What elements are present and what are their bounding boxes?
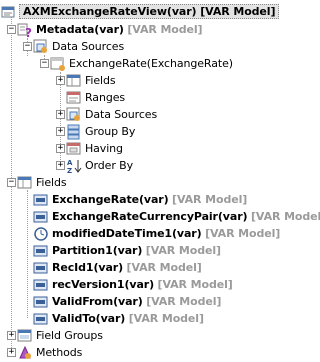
svg-text:?: ? (25, 26, 32, 38)
field-model: [VAR Model] (250, 210, 320, 223)
expand-toggle[interactable]: + (7, 348, 16, 357)
ds-child-label: Having (85, 142, 123, 155)
date-field-icon (33, 311, 49, 327)
field-groups-label: Field Groups (36, 329, 103, 342)
ds-child-label: Order By (85, 159, 134, 172)
field-model: [VAR Model] (126, 261, 202, 274)
tree-root[interactable]: AXMExchangeRateView(var) [VAR Model] (0, 3, 280, 20)
expand-toggle[interactable]: + (56, 110, 65, 119)
tree-item-fields[interactable]: Fields (17, 174, 67, 191)
string-field-icon (33, 209, 49, 225)
root-model: [VAR Model] (200, 5, 276, 18)
field-name: ValidFrom(var) (52, 295, 143, 308)
svg-text:Z: Z (67, 167, 72, 174)
ds-child-label: Ranges (85, 91, 125, 104)
tree-item-field[interactable]: ExchangeRateCurrencyPair(var) [VAR Model… (33, 208, 320, 225)
data-source-icon (50, 56, 66, 72)
tree-item-ranges[interactable]: Ranges (66, 89, 125, 106)
field-model: [VAR Model] (172, 193, 248, 206)
methods-icon (17, 345, 33, 361)
data-sources-icon (33, 39, 49, 55)
tree-item-field[interactable]: ValidTo(var) [VAR Model] (33, 310, 204, 327)
tree-item-field[interactable]: Partition1(var) [VAR Model] (33, 242, 221, 259)
field-name: Partition1(var) (52, 244, 143, 257)
expand-toggle[interactable]: + (56, 127, 65, 136)
group-by-icon (66, 124, 82, 140)
view-icon (0, 4, 16, 20)
field-model: [VAR Model] (157, 278, 233, 291)
ds-child-label: Data Sources (85, 108, 158, 121)
datetime-field-icon (33, 226, 49, 242)
ranges-icon (66, 90, 82, 106)
field-name: ExchangeRate(var) (52, 193, 169, 206)
ds-child-label: Group By (85, 125, 136, 138)
date-field-icon (33, 294, 49, 310)
collapse-toggle[interactable]: − (7, 25, 16, 34)
data-sources-label: Data Sources (52, 40, 125, 53)
ds-child-label: Fields (85, 74, 116, 87)
int64-field-icon (33, 260, 49, 276)
svg-text:A: A (67, 159, 73, 167)
int64-field-icon (33, 243, 49, 259)
data-sources-icon (66, 107, 82, 123)
tree-item-field[interactable]: ExchangeRate(var) [VAR Model] (33, 191, 247, 208)
fields-icon (17, 175, 33, 191)
field-groups-icon (17, 328, 33, 344)
field-name: ExchangeRateCurrencyPair(var) (52, 210, 248, 223)
fields-icon (66, 73, 82, 89)
collapse-toggle[interactable]: − (40, 59, 49, 68)
collapse-toggle[interactable]: − (23, 42, 32, 51)
collapse-toggle[interactable]: − (7, 178, 16, 187)
tree-item-group-by[interactable]: Group By (66, 123, 135, 140)
field-model: [VAR Model] (145, 244, 221, 257)
tree-item-metadata[interactable]: ? Metadata(var) [VAR Model] (17, 21, 203, 38)
tree-item-field-groups[interactable]: Field Groups (17, 327, 103, 344)
fields-label: Fields (36, 176, 67, 189)
metadata-label: Metadata(var) (36, 23, 124, 36)
tree-item-ds-fields[interactable]: Fields (66, 72, 116, 89)
methods-label: Methods (36, 346, 83, 359)
exchange-rate-ds-label: ExchangeRate(ExchangeRate) (69, 57, 233, 70)
tree-item-field[interactable]: ValidFrom(var) [VAR Model] (33, 293, 221, 310)
having-icon (66, 141, 82, 157)
field-model: [VAR Model] (128, 312, 204, 325)
tree-item-having[interactable]: Having (66, 140, 123, 157)
field-name: RecId1(var) (52, 261, 124, 274)
expand-toggle[interactable]: + (56, 76, 65, 85)
metadata-query-icon: ? (17, 22, 33, 38)
metadata-model: [VAR Model] (127, 23, 203, 36)
field-name: recVersion1(var) (52, 278, 155, 291)
field-name: ValidTo(var) (52, 312, 126, 325)
expand-toggle[interactable]: + (56, 161, 65, 170)
tree-item-exchange-rate-ds[interactable]: ExchangeRate(ExchangeRate) (50, 55, 233, 72)
field-model: [VAR Model] (146, 295, 222, 308)
tree-item-field[interactable]: RecId1(var) [VAR Model] (33, 259, 202, 276)
sort-az-icon: AZ (66, 158, 82, 174)
tree-item-methods[interactable]: Methods (17, 344, 82, 361)
tree-item-data-sources[interactable]: Data Sources (33, 38, 124, 55)
field-model: [VAR Model] (205, 227, 281, 240)
field-name: modifiedDateTime1(var) (52, 227, 202, 240)
expand-toggle[interactable]: + (56, 144, 65, 153)
tree-item-order-by[interactable]: AZ Order By (66, 157, 133, 174)
int-field-icon (33, 277, 49, 293)
expand-toggle[interactable]: + (7, 331, 16, 340)
tree-connector (27, 190, 28, 318)
tree-item-nested-data-sources[interactable]: Data Sources (66, 106, 157, 123)
root-name: AXMExchangeRateView(var) (23, 5, 197, 18)
tree-item-field[interactable]: modifiedDateTime1(var) [VAR Model] (33, 225, 280, 242)
tree-item-field[interactable]: recVersion1(var) [VAR Model] (33, 276, 233, 293)
real-field-icon (33, 192, 49, 208)
